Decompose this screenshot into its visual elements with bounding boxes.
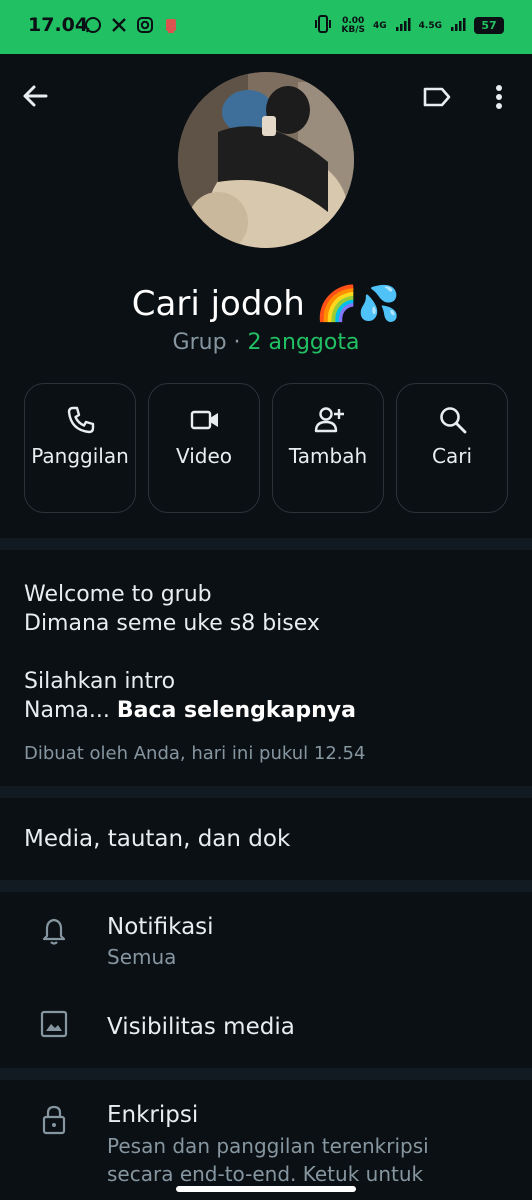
section-divider <box>0 786 532 798</box>
video-button[interactable]: Video <box>148 383 260 513</box>
settings-section: Notifikasi Semua Visibilitas media <box>0 892 532 1068</box>
group-subtitle[interactable]: Grup · 2 anggota <box>0 330 532 355</box>
network-type-2: 4.5G <box>418 20 442 31</box>
signal-icon <box>395 16 411 35</box>
network-type-1: 4G <box>373 20 387 31</box>
group-avatar[interactable] <box>178 72 354 248</box>
more-options-button[interactable] <box>486 80 512 114</box>
battery-indicator: 57 <box>474 17 504 34</box>
bell-icon <box>42 918 66 945</box>
more-vert-icon <box>496 85 502 109</box>
group-type: Grup <box>172 330 227 355</box>
description-line: Dimana seme uke s8 bisex <box>24 611 320 636</box>
subtitle-separator: · <box>226 330 248 355</box>
search-icon <box>440 407 467 434</box>
encryption-subtitle: Pesan dan panggilan terenkripsi secara e… <box>107 1134 429 1186</box>
home-indicator[interactable] <box>176 1186 356 1192</box>
video-icon <box>190 410 218 430</box>
media-visibility-row[interactable]: Visibilitas media <box>0 986 532 1068</box>
section-divider <box>0 1068 532 1080</box>
label-button[interactable] <box>420 80 454 114</box>
notifications-value: Semua <box>107 945 177 969</box>
media-links-docs-label: Media, tautan, dan dok <box>24 826 291 852</box>
call-button[interactable]: Panggilan <box>24 383 136 513</box>
status-bar: 17.04 0.00 KB/S 4G 4.5G 57 <box>0 0 532 54</box>
back-button[interactable] <box>18 78 54 114</box>
phone-icon <box>67 406 95 434</box>
label-tag-icon <box>423 87 451 107</box>
read-more-link[interactable]: Baca selengkapnya <box>117 698 356 723</box>
speed-unit: KB/S <box>341 24 365 35</box>
lock-icon <box>42 1105 66 1135</box>
group-photo <box>178 72 354 248</box>
status-time: 17.04 <box>28 14 89 36</box>
notifications-row[interactable]: Notifikasi Semua <box>0 892 532 986</box>
vibrate-icon <box>313 14 333 37</box>
add-member-button-label: Tambah <box>288 444 368 468</box>
instagram-icon <box>136 16 154 34</box>
section-divider <box>0 538 532 550</box>
add-member-button[interactable]: Tambah <box>272 383 384 513</box>
group-description[interactable]: Welcome to grub Dimana seme uke s8 bisex… <box>0 550 532 786</box>
group-info-header: Cari jodoh 🌈💦 Grup · 2 anggota Panggilan… <box>0 54 532 538</box>
group-name: Cari jodoh 🌈💦 <box>131 284 401 324</box>
notification-app-icon <box>162 16 180 34</box>
search-button-label: Cari <box>432 444 472 468</box>
notifications-title: Notifikasi <box>107 914 214 940</box>
video-button-label: Video <box>175 444 233 468</box>
media-visibility-title: Visibilitas media <box>107 1014 295 1040</box>
action-buttons: Panggilan Video Tambah Cari <box>24 383 508 513</box>
encryption-title: Enkripsi <box>107 1102 199 1128</box>
created-by-text: Dibuat oleh Anda, hari ini pukul 12.54 <box>24 743 366 764</box>
description-line: Silahkan intro <box>24 669 176 694</box>
call-button-label: Panggilan <box>31 444 129 468</box>
description-blank-line <box>24 638 508 667</box>
section-divider <box>0 880 532 892</box>
whatsapp-icon <box>84 16 102 34</box>
search-button[interactable]: Cari <box>396 383 508 513</box>
network-speed: 0.00 KB/S <box>341 16 365 35</box>
status-left-icons <box>84 16 180 34</box>
encryption-row[interactable]: Enkripsi Pesan dan panggilan terenkripsi… <box>0 1080 532 1200</box>
group-member-count[interactable]: 2 anggota <box>248 330 360 355</box>
back-arrow-icon <box>23 85 48 107</box>
signal-icon-2 <box>450 16 466 35</box>
x-icon <box>110 16 128 34</box>
description-line: Welcome to grub <box>24 582 212 607</box>
add-person-icon <box>314 407 344 433</box>
status-right: 0.00 KB/S 4G 4.5G 57 <box>313 14 504 37</box>
description-last-line: Nama... Baca selengkapnya <box>24 696 508 725</box>
media-links-docs-row[interactable]: Media, tautan, dan dok <box>0 798 532 880</box>
image-icon <box>40 1010 68 1038</box>
description-line: Nama... <box>24 698 110 723</box>
